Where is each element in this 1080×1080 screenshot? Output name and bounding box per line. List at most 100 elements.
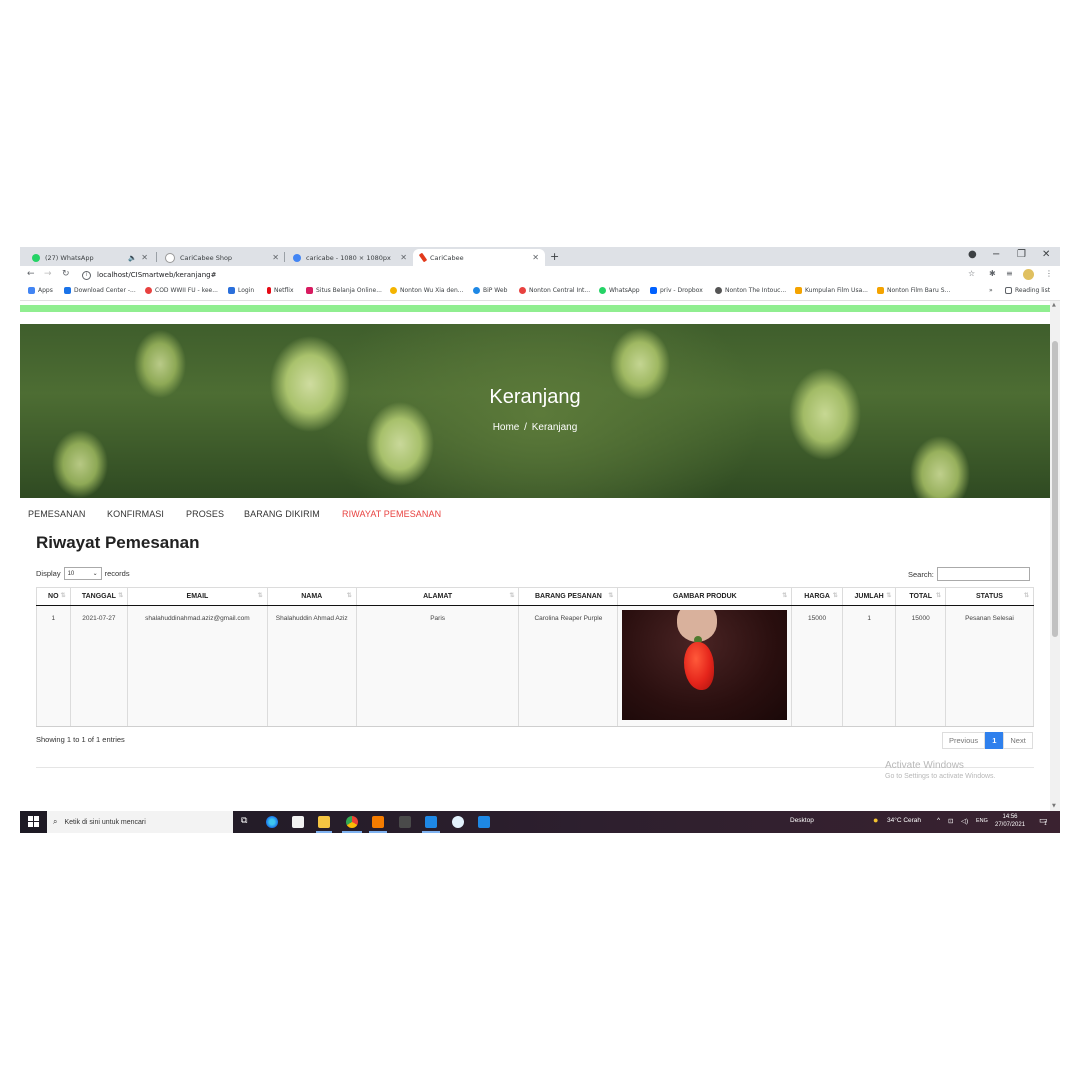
bookmark-apps[interactable]: Apps xyxy=(28,287,53,294)
column-header-tanggal[interactable]: TANGGAL ⇅ xyxy=(69,587,129,606)
back-arrow-icon[interactable]: ← xyxy=(27,269,35,279)
close-icon[interactable]: ✕ xyxy=(272,253,279,262)
column-header-jumlah[interactable]: JUMLAH ⇅ xyxy=(841,587,897,606)
bookmark-nonton-wu-xia[interactable]: Nonton Wu Xia den... xyxy=(390,287,464,294)
close-icon[interactable]: ✕ xyxy=(532,253,539,262)
language-indicator[interactable]: ENG xyxy=(976,818,988,824)
xampp-icon[interactable] xyxy=(372,816,384,828)
tab-caricabee[interactable]: CariCabee ✕ xyxy=(413,249,545,266)
menu-kebab-icon[interactable]: ⋮ xyxy=(1045,269,1053,278)
search-input[interactable] xyxy=(936,567,1030,581)
tab-pemesanan[interactable]: PEMESANAN xyxy=(28,509,85,519)
bookmark-kumpulan-film[interactable]: Kumpulan Film Usa... xyxy=(795,287,868,294)
close-icon[interactable]: ✕ xyxy=(141,253,148,262)
url-field[interactable]: i localhost/CISmartweb/keranjang# xyxy=(82,268,962,282)
browser-tab-strip: (27) WhatsApp 🔈 ✕ CariCabee Shop ✕ caric… xyxy=(20,247,1060,266)
store-icon[interactable] xyxy=(292,816,304,828)
bookmarks-overflow-button[interactable]: » xyxy=(989,287,993,294)
bookmark-nonton-central[interactable]: Nonton Central Int... xyxy=(519,287,590,294)
column-header-gambar-produk[interactable]: GAMBAR PRODUK ⇅ xyxy=(617,587,793,606)
column-header-status[interactable]: STATUS ⇅ xyxy=(944,587,1035,606)
column-header-harga[interactable]: HARGA ⇅ xyxy=(791,587,843,606)
windows-taskbar: ⌕ Ketik di sini untuk mencari ⧉ Desktop … xyxy=(20,811,1060,833)
forward-arrow-icon[interactable]: → xyxy=(44,269,52,279)
tab-proses[interactable]: PROSES xyxy=(186,509,224,519)
tray-chevron-up-icon[interactable]: ^ xyxy=(937,817,940,824)
breadcrumb-home-link[interactable]: Home xyxy=(493,422,520,433)
speaker-muted-icon[interactable]: 🔈 xyxy=(128,254,137,262)
site-info-icon[interactable]: i xyxy=(82,270,91,280)
desktop-toolbar-label[interactable]: Desktop xyxy=(790,817,814,824)
mail-icon[interactable] xyxy=(478,816,490,828)
task-view-icon[interactable]: ⧉ xyxy=(241,815,247,826)
windows-start-icon[interactable] xyxy=(28,816,39,827)
tab-konfirmasi[interactable]: KONFIRMASI xyxy=(107,509,164,519)
system-clock[interactable]: 14:56 27/07/2021 xyxy=(995,813,1025,829)
column-header-alamat[interactable]: ALAMAT ⇅ xyxy=(355,587,520,606)
column-header-total[interactable]: TOTAL ⇅ xyxy=(895,587,946,606)
page-1-button[interactable]: 1 xyxy=(985,732,1004,749)
records-per-page-select[interactable]: 10 ⌄ xyxy=(63,567,102,580)
page-scrollbar[interactable]: ▲ ▼ xyxy=(1050,301,1060,811)
breadcrumb: Home / Keranjang xyxy=(20,422,1050,433)
tab-google-images[interactable]: caricabe - 1080 × 1080px ✕ xyxy=(285,249,413,266)
bookmark-bip-web[interactable]: BiP Web xyxy=(473,287,507,294)
tab-whatsapp[interactable]: (27) WhatsApp 🔈 ✕ xyxy=(24,249,154,266)
reload-icon[interactable]: ↻ xyxy=(62,269,70,279)
table-row: 1 2021-07-27 shalahuddinahmad.aziz@gmail… xyxy=(36,605,1035,727)
table-header-row: NO ⇅ TANGGAL ⇅ EMAIL ⇅ NAMA ⇅ ALAMAT ⇅ BARANG… xyxy=(36,587,1035,606)
scroll-down-icon[interactable]: ▼ xyxy=(1052,803,1056,809)
breadcrumb-current: Keranjang xyxy=(531,422,578,433)
tab-caricabee-shop[interactable]: CariCabee Shop ✕ xyxy=(157,249,285,266)
weather-text[interactable]: 34°C Cerah xyxy=(887,817,921,824)
volume-icon[interactable]: ◁) xyxy=(961,817,968,825)
bookmark-favicon-icon xyxy=(145,287,152,294)
edge-icon[interactable] xyxy=(266,816,278,828)
breadcrumb-separator: / xyxy=(524,422,527,433)
reading-queue-icon[interactable]: ≡ xyxy=(1006,269,1013,278)
profile-circle-icon[interactable]: ● xyxy=(968,249,977,260)
bookmark-download-center[interactable]: Download Center -... xyxy=(64,287,136,294)
bookmark-netflix[interactable]: Netflix xyxy=(267,287,294,294)
url-text: localhost/CISmartweb/keranjang# xyxy=(97,271,217,279)
sort-icon: ⇅ xyxy=(608,593,614,599)
google-icon xyxy=(293,253,301,262)
file-explorer-icon[interactable] xyxy=(318,816,330,828)
next-page-button[interactable]: Next xyxy=(1003,732,1033,749)
previous-page-button[interactable]: Previous xyxy=(942,732,986,749)
restore-icon[interactable]: ❐ xyxy=(1017,249,1026,260)
bookmark-nonton-film-baru[interactable]: Nonton Film Baru S... xyxy=(877,287,950,294)
column-header-nama[interactable]: NAMA ⇅ xyxy=(266,587,357,606)
close-icon[interactable]: ✕ xyxy=(400,253,407,262)
bookmark-situs-belanja[interactable]: Situs Belanja Online... xyxy=(306,287,382,294)
profile-avatar[interactable] xyxy=(1023,269,1034,280)
cell-email: shalahuddinahmad.aziz@gmail.com xyxy=(127,605,268,727)
reading-list-button[interactable]: Reading list xyxy=(1005,287,1050,294)
tab-riwayat-pemesanan[interactable]: RIWAYAT PEMESANAN xyxy=(342,509,441,519)
cell-no: 1 xyxy=(36,605,71,727)
column-header-no[interactable]: NO ⇅ xyxy=(36,587,71,606)
length-suffix-label: records xyxy=(104,569,130,578)
bookmark-dropbox[interactable]: priv - Dropbox xyxy=(650,287,703,294)
scrollbar-thumb[interactable] xyxy=(1052,341,1058,637)
network-icon[interactable]: ⊡ xyxy=(948,817,953,825)
bookmark-whatsapp[interactable]: WhatsApp xyxy=(599,287,640,294)
new-tab-button[interactable]: + xyxy=(550,250,559,263)
extensions-puzzle-icon[interactable]: ✱ xyxy=(989,269,996,278)
bookmark-star-icon[interactable]: ☆ xyxy=(968,269,975,278)
minimize-icon[interactable]: − xyxy=(992,249,1000,260)
sort-icon: ⇅ xyxy=(886,593,892,599)
window-close-icon[interactable]: ✕ xyxy=(1042,249,1050,260)
chrome-icon[interactable] xyxy=(346,816,358,828)
scroll-up-icon[interactable]: ▲ xyxy=(1052,302,1056,308)
app-icon[interactable] xyxy=(452,816,464,828)
bookmark-login[interactable]: Login xyxy=(228,287,254,294)
tab-barang-dikirim[interactable]: BARANG DIKIRIM xyxy=(244,509,320,519)
bookmark-nonton-intouchables[interactable]: Nonton The Intouc... xyxy=(715,287,786,294)
taskbar-search[interactable]: ⌕ Ketik di sini untuk mencari xyxy=(47,811,233,833)
column-header-barang-pesanan[interactable]: BARANG PESANAN ⇅ xyxy=(518,587,619,606)
sublime-text-icon[interactable] xyxy=(399,816,411,828)
vscode-icon[interactable] xyxy=(425,816,437,828)
bookmark-cod[interactable]: COD WWII FU - kee... xyxy=(145,287,218,294)
column-header-email[interactable]: EMAIL ⇅ xyxy=(127,587,268,606)
